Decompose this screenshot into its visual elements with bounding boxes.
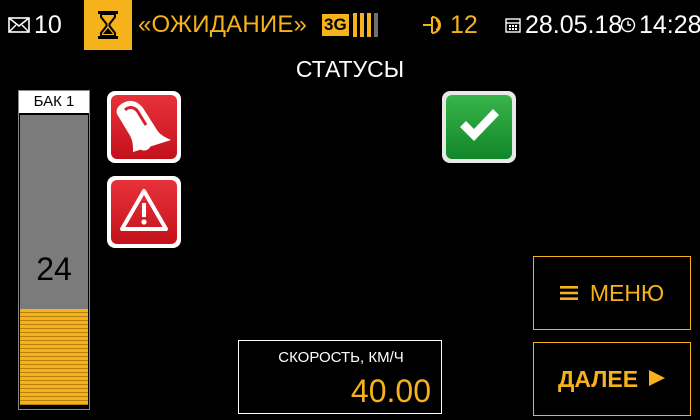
signal-bar	[359, 13, 364, 37]
messages-count: 10	[34, 10, 62, 39]
signal-strength-icon	[352, 10, 381, 40]
messages-indicator[interactable]: 10	[8, 0, 62, 50]
satellite-icon	[422, 15, 446, 35]
gps-indicator: 12	[422, 0, 478, 50]
checkmark-icon	[457, 105, 501, 150]
status-bar: 10 «ОЖИДАНИЕ» 3G 12 28.05.18 14:28	[0, 0, 700, 50]
speed-label: СКОРОСТЬ, КМ/Ч	[278, 349, 404, 366]
next-button-label: ДАЛЕЕ	[557, 365, 639, 392]
status-bell-alarm[interactable]	[107, 91, 181, 163]
date-text: 28.05.18	[525, 10, 623, 39]
state-text: «ОЖИДАНИЕ»	[138, 11, 308, 38]
warning-triangle-icon	[119, 188, 169, 237]
hamburger-icon	[559, 280, 578, 307]
network-type-badge: 3G	[322, 14, 349, 36]
play-arrow-icon	[648, 366, 666, 393]
next-button[interactable]: ДАЛЕЕ	[533, 342, 691, 416]
status-ok[interactable]	[442, 91, 516, 163]
menu-button[interactable]: МЕНЮ	[533, 256, 691, 330]
signal-bar	[366, 13, 371, 37]
date-display: 28.05.18	[505, 0, 622, 50]
bell-alarm-icon	[113, 96, 175, 159]
time-text: 14:28	[639, 10, 700, 39]
time-display: 14:28	[620, 0, 700, 50]
tank-label: БАК 1	[19, 91, 89, 113]
status-warning[interactable]	[107, 176, 181, 248]
signal-bar	[352, 13, 357, 37]
menu-button-label: МЕНЮ	[589, 279, 665, 306]
hourglass-icon	[84, 0, 132, 50]
gps-satellites-count: 12	[450, 10, 478, 39]
tank-fill-level	[20, 309, 88, 405]
network-indicator: 3G	[322, 0, 381, 50]
signal-bar	[373, 13, 378, 37]
tank-value: 24	[36, 251, 72, 287]
envelope-icon	[8, 17, 30, 33]
page-title: СТАТУСЫ	[295, 56, 405, 82]
clock-icon	[620, 17, 636, 33]
tank-gauge: БАК 1 24	[18, 90, 90, 410]
calendar-icon	[505, 17, 521, 33]
speed-panel: СКОРОСТЬ, КМ/Ч 40.00	[238, 340, 442, 414]
speed-value: 40.00	[350, 373, 431, 409]
